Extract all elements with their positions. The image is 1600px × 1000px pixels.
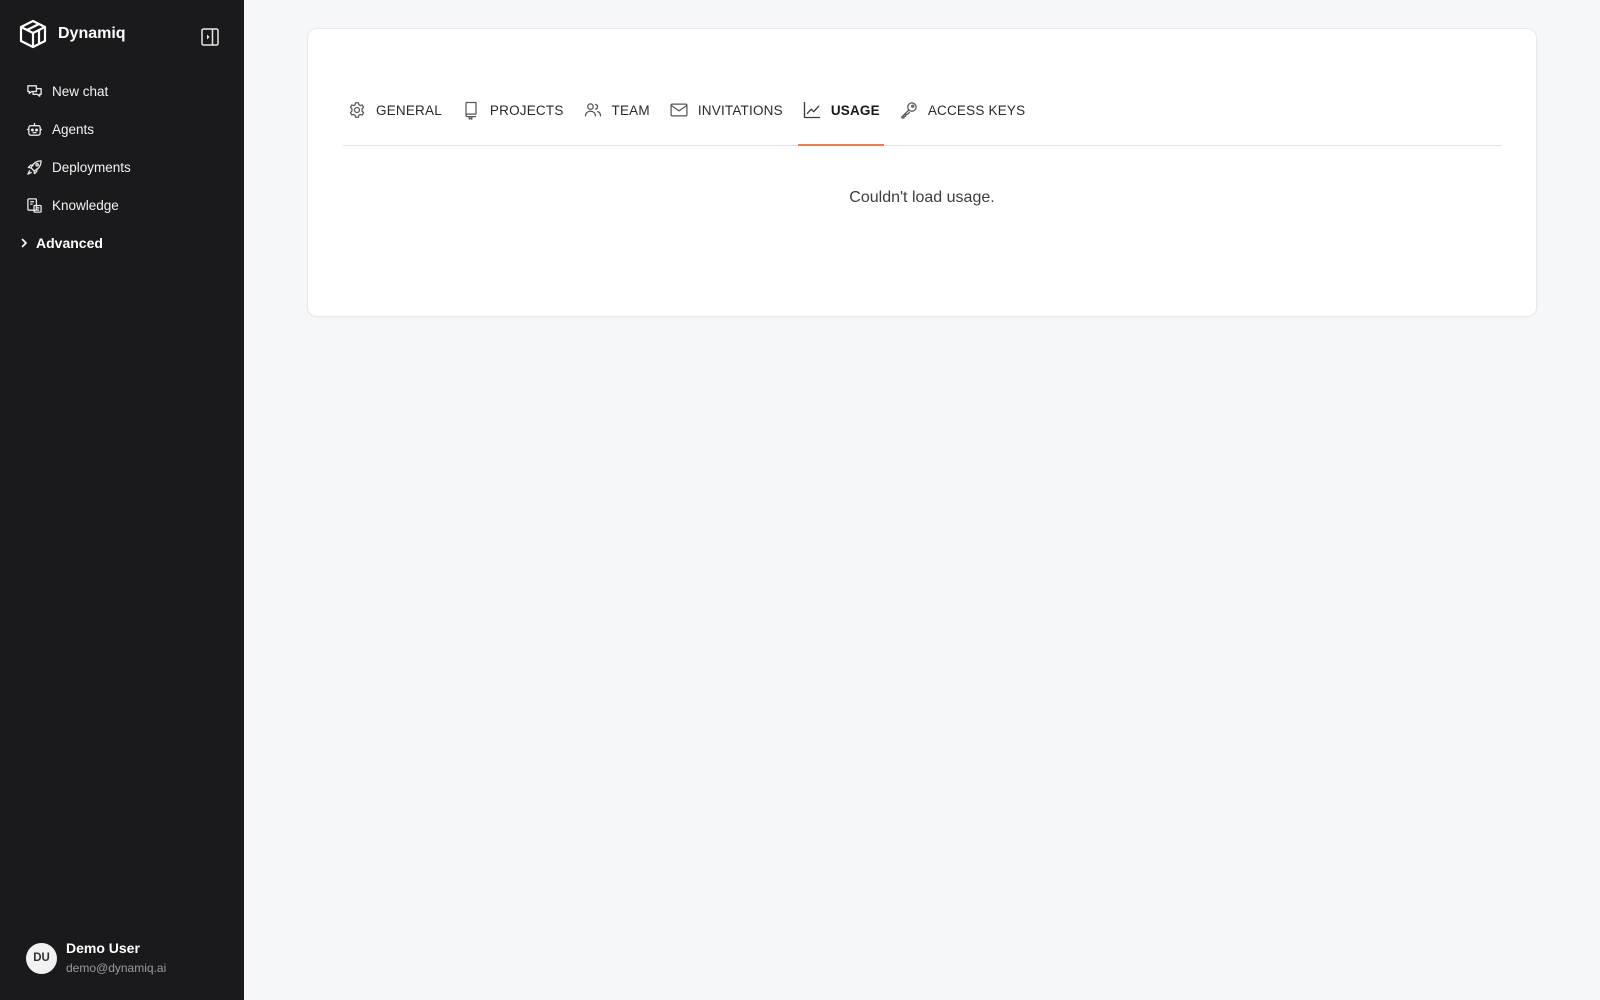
user-profile[interactable]: DU Demo User demo@dynamiq.ai <box>26 939 166 977</box>
tab-label: ACCESS KEYS <box>927 102 1026 118</box>
sidebar-item-new-chat[interactable]: New chat <box>0 72 244 110</box>
tab-usage[interactable]: USAGE <box>797 75 884 146</box>
sidebar-item-label: Agents <box>52 121 95 137</box>
tab-general[interactable]: GENERAL <box>343 75 446 145</box>
brand-name: Dynamiq <box>58 25 126 42</box>
sidebar-group-label: Advanced <box>36 235 103 251</box>
sidebar-item-knowledge[interactable]: Knowledge <box>0 186 244 224</box>
settings-tabs: GENERAL PROJECTS TEAM INVITATIONS USAGE … <box>343 75 1501 146</box>
main-content: GENERAL PROJECTS TEAM INVITATIONS USAGE … <box>244 0 1600 1000</box>
sidebar-item-label: Knowledge <box>52 197 119 213</box>
sidebar-group-advanced[interactable]: Advanced <box>0 224 244 262</box>
envelope-icon <box>670 103 688 117</box>
sidebar-item-label: New chat <box>52 83 109 99</box>
tab-label: INVITATIONS <box>697 102 783 118</box>
avatar: DU <box>26 942 57 974</box>
tab-access-keys[interactable]: ACCESS KEYS <box>895 75 1030 145</box>
tab-label: TEAM <box>611 102 650 118</box>
tab-invitations[interactable]: INVITATIONS <box>665 75 787 145</box>
tab-projects[interactable]: PROJECTS <box>457 75 568 145</box>
user-name: Demo User <box>66 940 140 956</box>
users-icon <box>584 103 601 117</box>
gear-icon <box>349 102 365 118</box>
robot-icon <box>26 122 43 136</box>
book-icon <box>465 101 477 120</box>
tab-label: PROJECTS <box>489 102 564 118</box>
tab-team[interactable]: TEAM <box>579 75 654 145</box>
usage-error-message: Couldn't load usage. <box>849 189 995 206</box>
rocket-icon <box>27 159 42 175</box>
user-email: demo@dynamiq.ai <box>66 961 167 975</box>
sidebar: Dynamiq New chat Agents Deployments Know… <box>0 0 244 1000</box>
sidebar-item-label: Deployments <box>52 159 131 175</box>
app-root: Dynamiq New chat Agents Deployments Know… <box>0 0 1600 1000</box>
tab-label: USAGE <box>830 102 880 118</box>
key-icon <box>900 102 917 119</box>
chevron-right-icon <box>21 238 27 248</box>
knowledge-icon <box>27 197 42 213</box>
user-info: Demo User demo@dynamiq.ai <box>66 939 166 977</box>
sidebar-toggle-icon[interactable] <box>200 27 220 47</box>
sidebar-item-agents[interactable]: Agents <box>0 110 244 148</box>
chat-icon <box>27 84 42 97</box>
brand[interactable]: Dynamiq <box>19 18 126 50</box>
sidebar-item-deployments[interactable]: Deployments <box>0 148 244 186</box>
sidebar-nav: New chat Agents Deployments Knowledge Ad… <box>0 72 244 262</box>
line-chart-icon <box>803 101 820 119</box>
settings-card: GENERAL PROJECTS TEAM INVITATIONS USAGE … <box>307 28 1537 317</box>
tab-label: GENERAL <box>376 102 442 118</box>
dynamiq-logo-icon <box>19 19 47 49</box>
